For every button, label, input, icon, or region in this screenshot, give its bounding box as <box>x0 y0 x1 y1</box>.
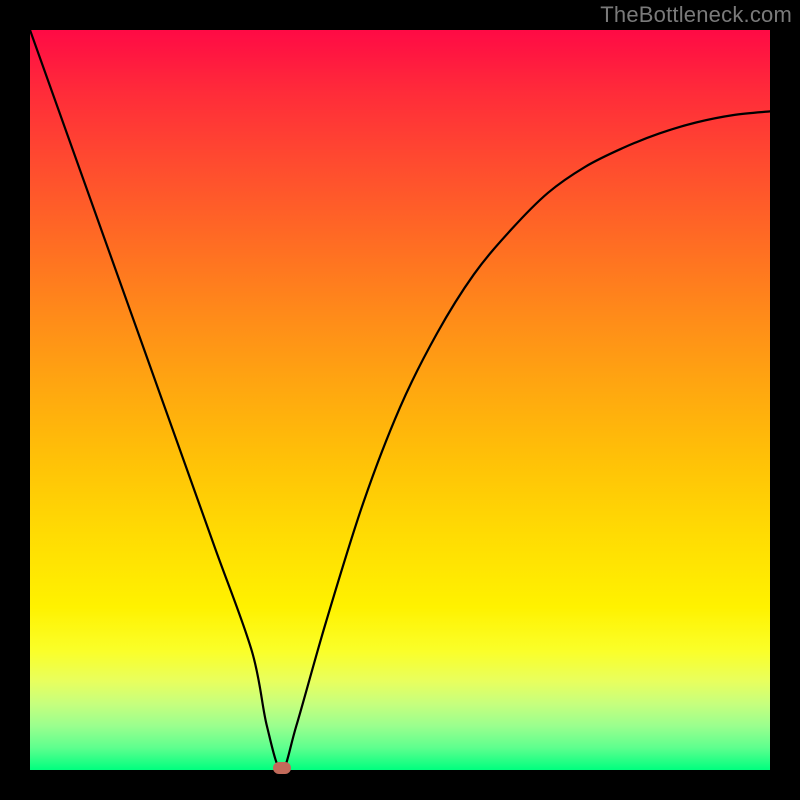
plot-area <box>30 30 770 770</box>
watermark-text: TheBottleneck.com <box>600 2 792 28</box>
chart-frame: TheBottleneck.com <box>0 0 800 800</box>
minimum-marker <box>273 762 291 774</box>
bottleneck-curve <box>30 30 770 770</box>
